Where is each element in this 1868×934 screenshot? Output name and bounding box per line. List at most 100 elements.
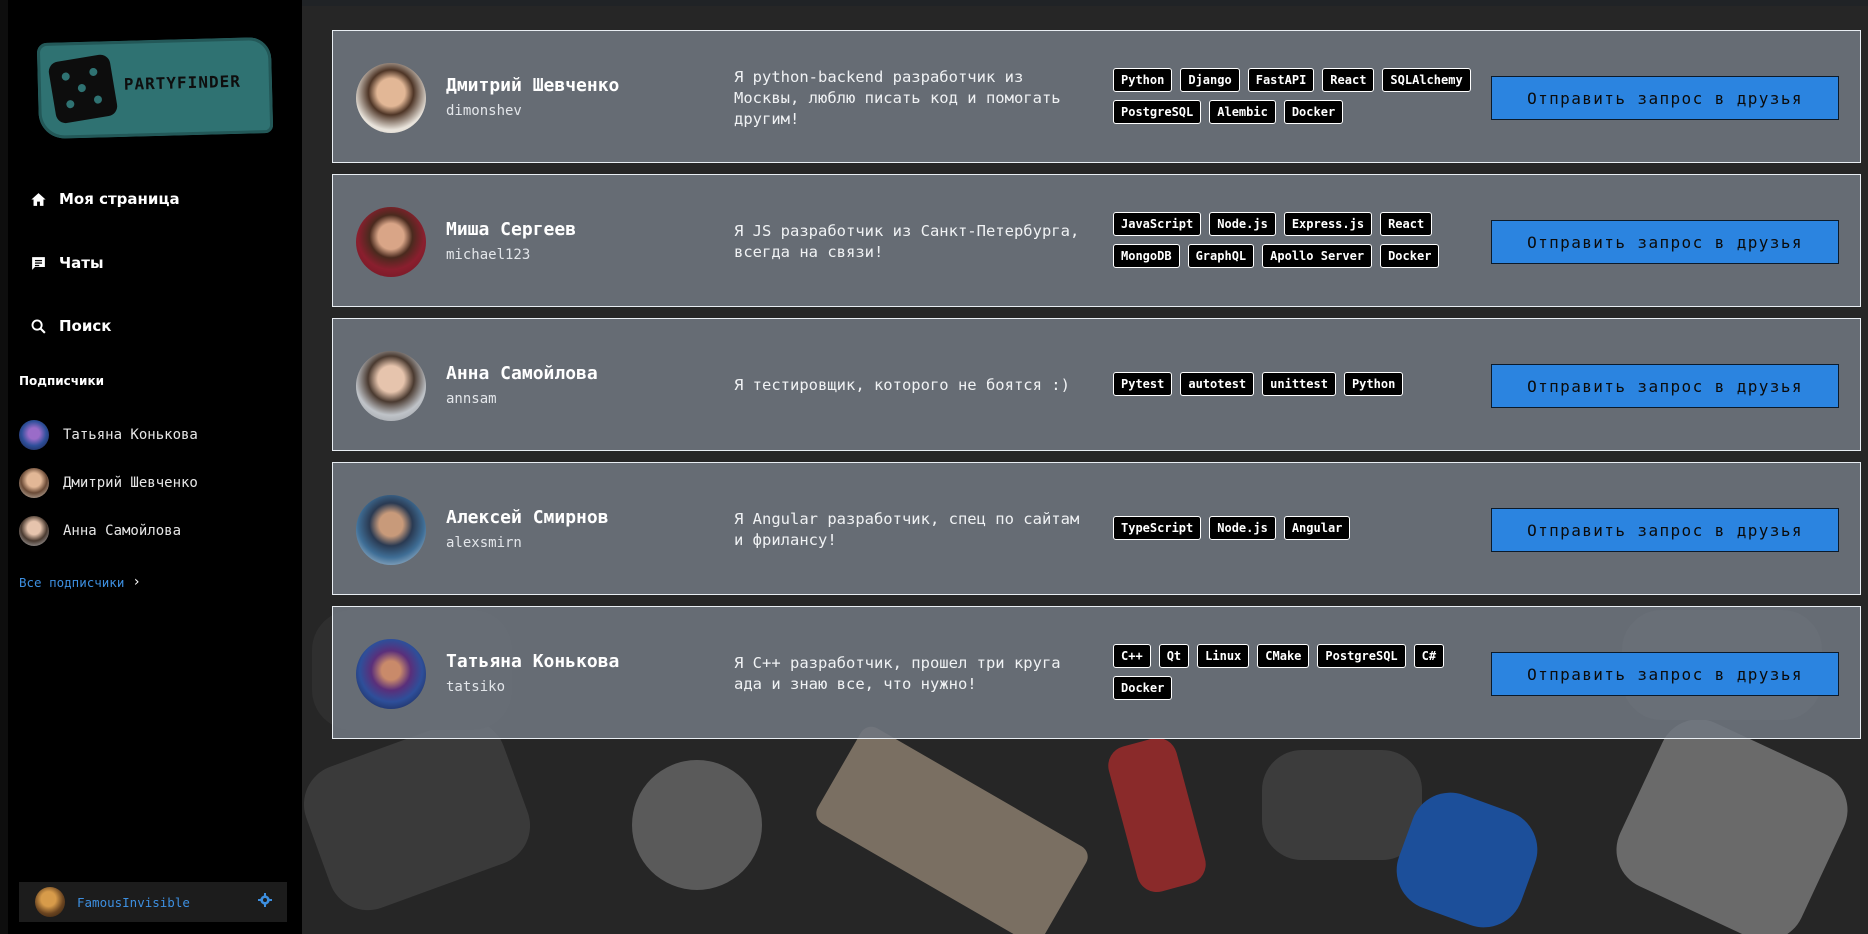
user-bio: Я python-backend разработчик из Москвы, … <box>734 68 1061 128</box>
skill-tag: Express.js <box>1283 212 1373 236</box>
skill-tag: CMake <box>1257 644 1310 668</box>
avatar <box>35 887 65 917</box>
all-subscribers-link[interactable]: Все подписчики › <box>19 574 141 590</box>
user-card: Миша Сергеев michael123 Я JS разработчик… <box>332 174 1861 307</box>
user-card: Анна Самойлова annsam Я тестировщик, кот… <box>332 318 1861 451</box>
current-user-name[interactable]: FamousInvisible <box>77 895 190 910</box>
avatar <box>19 516 49 546</box>
subscriber-item[interactable]: Татьяна Конькова <box>19 419 198 451</box>
user-full-name: Миша Сергеев <box>446 219 577 240</box>
avatar[interactable] <box>356 207 426 277</box>
user-card: Татьяна Конькова tatsiko Я C++ разработч… <box>332 606 1861 739</box>
sidebar-edge <box>0 0 8 934</box>
nav-item-my-page[interactable]: Моя страница <box>30 185 180 213</box>
nav-item-label: Поиск <box>59 317 112 335</box>
skill-tag: FastAPI <box>1247 68 1315 92</box>
nav-item-search[interactable]: Поиск <box>30 312 111 340</box>
skill-tag: PostgreSQL <box>1317 644 1406 668</box>
avatar[interactable] <box>356 351 426 421</box>
skill-tag: Docker <box>1380 244 1440 268</box>
skill-tag: Node.js <box>1209 212 1276 236</box>
user-card: Алексей Смирнов alexsmirn Я Angular разр… <box>332 462 1861 595</box>
current-user-bar[interactable]: FamousInvisible <box>19 882 287 922</box>
skill-tag: Python <box>1113 68 1173 92</box>
top-strip <box>302 0 1868 6</box>
user-full-name: Алексей Смирнов <box>446 507 609 528</box>
user-full-name: Татьяна Конькова <box>446 651 620 672</box>
nav-item-chats[interactable]: Чаты <box>30 249 104 277</box>
subscriber-name: Дмитрий Шевченко <box>63 475 198 491</box>
nav-item-label: Моя страница <box>59 190 180 208</box>
skill-tag: Qt <box>1158 644 1190 668</box>
skill-tag: Django <box>1180 68 1240 92</box>
gamepad-decoration <box>811 722 1093 934</box>
skill-tag: Pytest <box>1113 372 1173 396</box>
tag-list: Pytest autotest unittest Python <box>1113 372 1473 396</box>
user-full-name: Анна Самойлова <box>446 363 598 384</box>
tag-list: C++ Qt Linux CMake PostgreSQL C# Docker <box>1113 644 1473 700</box>
search-icon <box>31 319 46 334</box>
skill-tag: GraphQL <box>1187 244 1255 268</box>
avatar[interactable] <box>356 495 426 565</box>
gear-icon[interactable] <box>257 892 273 908</box>
skill-tag: MongoDB <box>1113 244 1180 268</box>
send-friend-request-button[interactable]: Отправить запрос в друзья <box>1491 364 1839 408</box>
skill-tag: Linux <box>1197 644 1250 668</box>
skill-tag: C++ <box>1113 644 1151 668</box>
subscriber-name: Татьяна Конькова <box>63 427 198 443</box>
logo-text: PARTYFINDER <box>123 71 242 94</box>
send-friend-request-button[interactable]: Отправить запрос в друзья <box>1491 508 1839 552</box>
all-subscribers-label: Все подписчики <box>19 574 125 590</box>
skill-tag: autotest <box>1180 372 1255 396</box>
user-bio: Я Angular разработчик, спец по сайтам и … <box>734 510 1080 549</box>
skill-tag: unittest <box>1262 372 1336 396</box>
skill-tag: Docker <box>1113 676 1173 700</box>
send-friend-request-button[interactable]: Отправить запрос в друзья <box>1491 76 1839 120</box>
nav-item-label: Чаты <box>59 254 104 272</box>
dice-icon <box>47 53 119 125</box>
skill-tag: SQLAlchemy <box>1382 68 1471 92</box>
chevron-right-icon: › <box>132 574 141 590</box>
subscriber-item[interactable]: Дмитрий Шевченко <box>19 467 198 499</box>
subscriber-name: Анна Самойлова <box>63 523 182 539</box>
user-username: tatsiko <box>446 679 506 695</box>
send-friend-request-button[interactable]: Отправить запрос в друзья <box>1491 220 1839 264</box>
skill-tag: Docker <box>1283 100 1344 124</box>
tag-list: JavaScript Node.js Express.js React Mong… <box>1113 212 1473 268</box>
home-icon <box>31 192 46 206</box>
skill-tag: React <box>1322 68 1375 92</box>
avatar[interactable] <box>356 63 426 133</box>
gamepad-decoration <box>1603 706 1861 934</box>
skill-tag: Angular <box>1283 516 1351 540</box>
chat-icon <box>32 256 45 270</box>
send-friend-request-button[interactable]: Отправить запрос в друзья <box>1491 652 1839 696</box>
user-bio: Я тестировщик, которого не боятся :) <box>734 376 1070 394</box>
avatar[interactable] <box>356 639 426 709</box>
user-username: alexsmirn <box>446 535 522 551</box>
skill-tag: C# <box>1413 644 1445 668</box>
sidebar: PARTYFINDER Моя страница Чаты Поиск Подп… <box>0 0 304 934</box>
skill-tag: PostgreSQL <box>1113 100 1202 124</box>
skill-tag: JavaScript <box>1113 212 1202 236</box>
skill-tag: Node.js <box>1209 516 1276 540</box>
skill-tag: React <box>1380 212 1433 236</box>
subscribers-title: Подписчики <box>19 374 104 388</box>
user-card: Дмитрий Шевченко dimonshev Я python-back… <box>332 30 1861 163</box>
user-full-name: Дмитрий Шевченко <box>446 75 620 96</box>
tag-list: TypeScript Node.js Angular <box>1113 516 1473 540</box>
tag-list: Python Django FastAPI React SQLAlchemy P… <box>1113 68 1473 124</box>
skill-tag: TypeScript <box>1113 516 1202 540</box>
skill-tag: Alembic <box>1209 100 1276 124</box>
avatar <box>19 420 49 450</box>
app-logo[interactable]: PARTYFINDER <box>36 36 274 140</box>
gamepad-decoration <box>302 708 542 922</box>
gamepad-decoration <box>632 760 762 890</box>
user-username: dimonshev <box>446 103 522 119</box>
subscriber-item[interactable]: Анна Самойлова <box>19 515 181 547</box>
skill-tag: Python <box>1343 372 1404 396</box>
user-username: michael123 <box>446 247 531 263</box>
user-bio: Я JS разработчик из Санкт-Петербурга, вс… <box>734 222 1080 261</box>
user-bio: Я C++ разработчик, прошел три круга ада … <box>734 654 1061 693</box>
user-username: annsam <box>446 391 497 407</box>
gamepad-decoration <box>1103 733 1211 897</box>
